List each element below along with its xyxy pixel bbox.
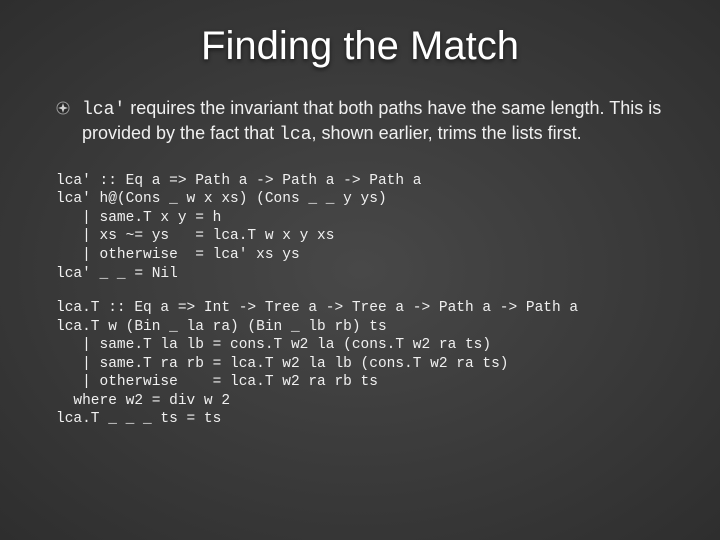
inline-code: lca' — [82, 100, 125, 120]
bullet-icon — [56, 101, 70, 115]
bullet-text: lca' requires the invariant that both pa… — [82, 97, 672, 148]
code-block-lca-t: lca.T :: Eq a => Int -> Tree a -> Tree a… — [48, 299, 672, 429]
bullet-item: lca' requires the invariant that both pa… — [48, 97, 672, 148]
inline-code: lca — [279, 125, 311, 145]
bullet-span-2: , shown earlier, trims the lists first. — [312, 123, 582, 143]
slide-title: Finding the Match — [48, 24, 672, 69]
code-block-lca-prime: lca' :: Eq a => Path a -> Path a -> Path… — [48, 172, 672, 283]
